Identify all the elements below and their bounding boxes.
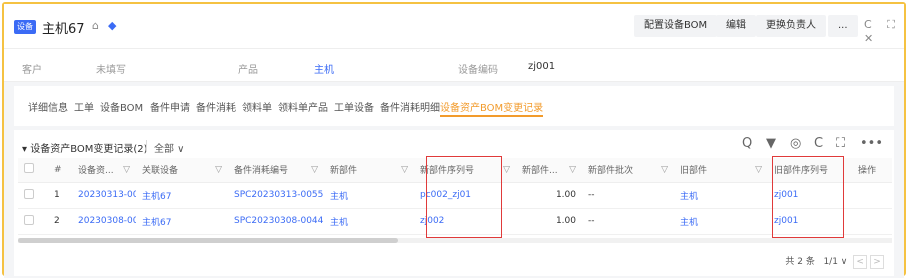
filter-icon[interactable]: ▽ [311, 165, 318, 175]
header: 设备 主机67 ⌂ ◆ 配置设备BOM 编辑 更换负责人 ... C ⛶ ✕ [4, 4, 904, 46]
divider [146, 140, 147, 152]
cell-new-qty: 1.00 [516, 182, 582, 209]
col-consume-no[interactable]: 备件消耗编号 ▽ [228, 158, 324, 183]
col-new-part[interactable]: 新部件 ▽ [324, 158, 414, 183]
row-checkbox[interactable] [18, 208, 48, 235]
page-title: 主机67 [42, 22, 85, 37]
col-index: # [48, 158, 72, 183]
window-controls-icon[interactable]: C ⛶ ✕ [864, 18, 904, 45]
cell-new-part[interactable]: 主机 [324, 208, 414, 235]
col-actions: 操作 [852, 158, 892, 183]
filter-icon[interactable]: ▽ [215, 165, 222, 175]
row-checkbox[interactable] [18, 182, 48, 209]
tab-bar: 详细信息 工单 设备BOM 备件申请 备件消耗 领料单 领料单产品 工单设备 备… [14, 86, 894, 126]
home-icon[interactable]: ⌂ [92, 19, 99, 32]
cell-asset[interactable]: 20230308-00... [72, 208, 136, 235]
tab-details[interactable]: 详细信息 [28, 99, 68, 114]
scrollbar-thumb[interactable] [18, 238, 398, 243]
pin-icon[interactable]: ◆ [108, 19, 116, 32]
horizontal-scrollbar[interactable] [18, 238, 892, 243]
col-asset[interactable]: 设备资... ▽ [72, 158, 136, 183]
col-device-label: 关联设备 [142, 166, 179, 177]
tab-picking-products[interactable]: 领料单产品 [278, 99, 328, 114]
more-button[interactable]: ... [828, 15, 858, 37]
config-bom-button[interactable]: 配置设备BOM [634, 15, 718, 37]
col-new-batch-label: 新部件批次 [588, 166, 634, 177]
cell-index: 2 [48, 208, 72, 235]
cell-new-batch: -- [582, 208, 674, 235]
col-asset-label: 设备资... [78, 166, 114, 177]
tab-bom-change-log[interactable]: 设备资产BOM变更记录 [440, 99, 544, 117]
cell-device[interactable]: 主机67 [136, 182, 228, 209]
filter-icon[interactable]: ▽ [755, 165, 762, 175]
tab-workorder-device[interactable]: 工单设备 [334, 99, 374, 114]
col-new-qty[interactable]: 新部件... ▽ [516, 158, 582, 183]
tab-parts-request[interactable]: 备件申请 [150, 99, 190, 114]
fullscreen-icon[interactable]: ⛶ [836, 136, 845, 151]
card-title-text: 设备资产BOM变更记录(2) [30, 144, 148, 155]
content-area: 详细信息 工单 设备BOM 备件申请 备件消耗 领料单 领料单产品 工单设备 备… [4, 82, 904, 278]
pager-page-select[interactable]: 1/1 ∨ [823, 257, 847, 267]
filter-dropdown[interactable]: 全部 ∨ [154, 140, 185, 155]
cell-actions [852, 208, 892, 235]
more-icon[interactable]: ••• [860, 136, 883, 151]
edit-button[interactable]: 编辑 [716, 15, 756, 37]
col-old-part[interactable]: 旧部件 ▽ [674, 158, 768, 183]
highlight-old-serial [772, 156, 844, 238]
product-value[interactable]: 主机 [314, 61, 334, 76]
code-label: 设备编码 [458, 65, 498, 76]
select-all-checkbox[interactable] [18, 158, 48, 183]
tab-consume-detail[interactable]: 备件消耗明细 [380, 99, 440, 114]
filter-icon[interactable]: ▼ [766, 136, 776, 151]
cell-index: 1 [48, 182, 72, 209]
customer-value: 未填写 [96, 65, 126, 76]
cell-device[interactable]: 主机67 [136, 208, 228, 235]
customer-label: 客户 [22, 65, 42, 76]
info-bar: 客户 未填写 产品 主机 设备编码 zj001 [4, 48, 904, 82]
col-new-part-label: 新部件 [330, 166, 358, 177]
cell-actions [852, 182, 892, 209]
search-icon[interactable]: Q [742, 136, 752, 151]
cell-new-batch: -- [582, 182, 674, 209]
pagination: 共 2 条 1/1 ∨ < > [785, 254, 884, 269]
prev-page-button[interactable]: < [853, 254, 868, 269]
cell-consume-no[interactable]: SPC20230313-0055 [228, 182, 324, 209]
col-device[interactable]: 关联设备 ▽ [136, 158, 228, 183]
cell-old-part[interactable]: 主机 [674, 208, 768, 235]
highlight-new-serial [426, 156, 502, 238]
col-new-qty-label: 新部件... [522, 166, 558, 177]
col-old-part-label: 旧部件 [680, 166, 708, 177]
tab-picking[interactable]: 领料单 [242, 99, 272, 114]
cell-asset[interactable]: 20230313-00... [72, 182, 136, 209]
refresh-icon[interactable]: C [814, 136, 823, 151]
filter-icon[interactable]: ▽ [401, 165, 408, 175]
pager-total: 共 2 条 [785, 257, 815, 267]
col-consume-no-label: 备件消耗编号 [234, 166, 289, 177]
tab-workorder[interactable]: 工单 [74, 99, 94, 114]
cell-consume-no[interactable]: SPC20230308-0044 [228, 208, 324, 235]
device-tag: 设备 [14, 20, 36, 34]
card-title[interactable]: ▾ 设备资产BOM变更记录(2) [22, 140, 148, 155]
bom-change-card: ▾ 设备资产BOM变更记录(2) 全部 ∨ Q ▼ ◎ C ⛶ ••• # 设备… [14, 130, 894, 276]
cell-new-qty: 1.00 [516, 208, 582, 235]
tab-parts-consume[interactable]: 备件消耗 [196, 99, 236, 114]
tab-device-bom[interactable]: 设备BOM [100, 99, 143, 114]
change-owner-button[interactable]: 更换负责人 [756, 15, 826, 37]
cell-old-part[interactable]: 主机 [674, 182, 768, 209]
filter-icon[interactable]: ▽ [661, 165, 668, 175]
col-new-batch[interactable]: 新部件批次 ▽ [582, 158, 674, 183]
filter-label: 全部 [154, 144, 174, 155]
settings-icon[interactable]: ◎ [790, 136, 801, 151]
code-value: zj001 [528, 61, 556, 72]
app-window: 设备 主机67 ⌂ ◆ 配置设备BOM 编辑 更换负责人 ... C ⛶ ✕ 客… [2, 2, 906, 278]
product-label: 产品 [238, 65, 258, 76]
filter-icon[interactable]: ▽ [503, 165, 510, 175]
filter-icon[interactable]: ▽ [569, 165, 576, 175]
cell-new-part[interactable]: 主机 [324, 182, 414, 209]
filter-icon[interactable]: ▽ [123, 165, 130, 175]
next-page-button[interactable]: > [870, 254, 884, 269]
